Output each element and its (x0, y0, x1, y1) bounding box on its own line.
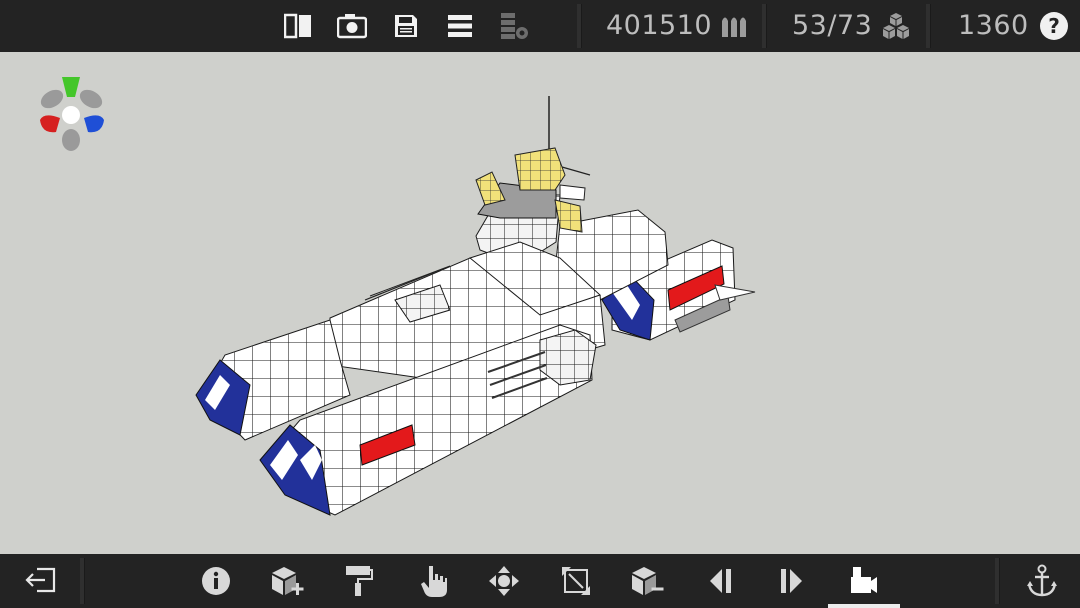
ammo-icon (720, 13, 748, 39)
mass-value: 1360 (958, 10, 1029, 41)
top-divider (762, 4, 766, 48)
active-tool-indicator (828, 604, 900, 608)
ship-scene[interactable] (0, 52, 1080, 554)
paint-roller-icon[interactable] (345, 565, 373, 597)
menu-icon[interactable] (447, 14, 473, 38)
anchor-icon[interactable] (1026, 564, 1058, 598)
info-icon[interactable] (201, 566, 231, 596)
exit-icon[interactable] (25, 566, 57, 594)
top-divider (577, 4, 581, 48)
block-count: 53/73 (792, 10, 873, 41)
bottom-divider (80, 558, 84, 604)
help-button[interactable]: ? (1040, 12, 1068, 40)
top-divider (926, 4, 930, 48)
cubes-icon (880, 12, 912, 40)
save-icon[interactable] (393, 13, 419, 39)
camera-view-icon[interactable] (850, 565, 878, 595)
bottom-toolbar (0, 554, 1080, 608)
hand-icon[interactable] (420, 564, 448, 598)
add-block-icon[interactable] (270, 565, 306, 597)
next-icon[interactable] (778, 567, 804, 595)
camera-icon[interactable] (337, 13, 367, 39)
remove-block-icon[interactable] (630, 565, 666, 597)
prev-icon[interactable] (708, 567, 734, 595)
cost-value: 401510 (606, 10, 713, 41)
resize-icon[interactable] (561, 566, 591, 596)
move-icon[interactable] (488, 565, 520, 597)
block-stack-icon[interactable] (500, 12, 532, 42)
orientation-gizmo[interactable] (38, 77, 106, 151)
bottom-divider (995, 558, 999, 604)
build-viewport[interactable] (0, 52, 1080, 554)
split-view-icon[interactable] (284, 13, 312, 39)
top-toolbar: 401510 53/73 1360 ? (0, 0, 1080, 52)
ship-model[interactable] (195, 96, 756, 516)
